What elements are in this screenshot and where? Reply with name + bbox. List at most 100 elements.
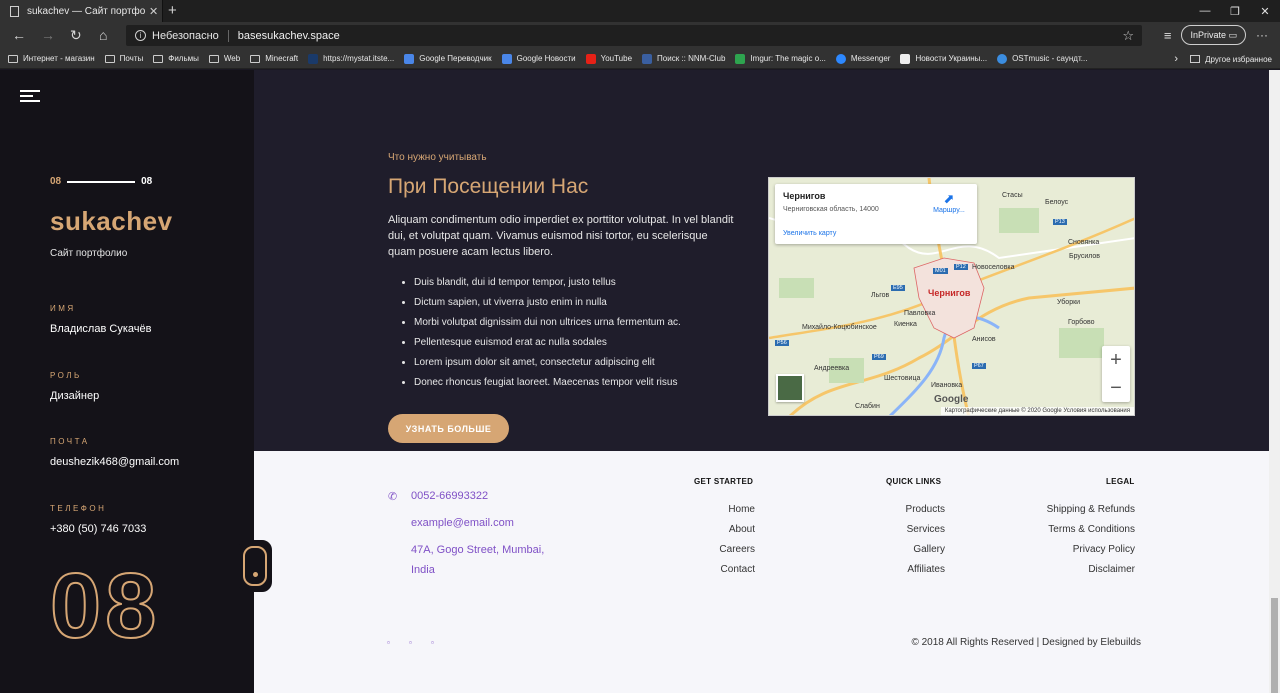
zoom-in-button[interactable]: + [1102, 346, 1130, 374]
map-attribution[interactable]: Картографические данные © 2020 Google Ус… [940, 407, 1134, 415]
close-window-icon[interactable]: ✕ [1250, 0, 1280, 22]
mouse-icon [243, 546, 267, 586]
favorites-list-icon[interactable]: ≡ [1164, 28, 1172, 43]
favorite-star-icon[interactable]: ☆ [1122, 28, 1134, 44]
mail-label: ПОЧТА [50, 437, 90, 446]
inprivate-label: InPrivate [1190, 30, 1226, 40]
bookmark-item[interactable]: Google Новости [501, 53, 576, 64]
new-tab-icon[interactable]: + [168, 2, 177, 19]
footer-email[interactable]: example@email.com [411, 517, 514, 529]
phone-label: ТЕЛЕФОН [50, 504, 107, 513]
music-icon [997, 53, 1008, 64]
name-value: Владислав Сукачёв [50, 323, 152, 335]
section-description: Aliquam condimentum odio imperdiet ex po… [388, 214, 734, 258]
back-icon[interactable]: ← [12, 27, 26, 43]
road-sign: E95 [891, 285, 905, 291]
page-scrollbar[interactable] [1269, 70, 1280, 693]
bookmark-item[interactable]: Интернет - магазин [8, 54, 95, 63]
list-item: Pellentesque euismod erat ac nulla sodal… [414, 336, 754, 356]
browser-tab[interactable]: sukachev — Сайт портфолио ✕ [0, 0, 163, 22]
footer-link-disclaimer[interactable]: Disclaimer [1088, 564, 1135, 575]
bookmark-label: Интернет - магазин [23, 54, 95, 63]
mail-value[interactable]: deushezik468@gmail.com [50, 456, 179, 468]
footer-phone[interactable]: 0052-66993322 [411, 490, 488, 502]
social-icon[interactable]: ▫ [387, 638, 390, 647]
list-item: Donec rhoncus feugiat laoreet. Maecenas … [414, 376, 754, 396]
restore-icon[interactable]: ❐ [1220, 0, 1250, 22]
bookmark-item[interactable]: Почты [104, 54, 144, 63]
directions-button[interactable]: ⬈ Маршру... [927, 191, 971, 214]
site-icon [308, 53, 319, 64]
bookmark-item[interactable]: Фильмы [153, 54, 199, 63]
enlarge-map-link[interactable]: Увеличить карту [783, 230, 836, 237]
footer-link-careers[interactable]: Careers [719, 544, 755, 555]
bookmark-item[interactable]: Imgur: The magic o... [735, 53, 826, 64]
big-slide-number: 08 [49, 555, 161, 657]
learn-more-button[interactable]: УЗНАТЬ БОЛЬШЕ [388, 414, 509, 443]
col-get-started-title: GET STARTED [694, 477, 754, 486]
social-icon[interactable]: ▫ [409, 638, 412, 647]
footer-link-affiliates[interactable]: Affiliates [907, 564, 945, 575]
bookmark-item[interactable]: Поиск :: NNM-Club [642, 53, 725, 64]
menu-icon[interactable] [20, 90, 40, 105]
road-sign: P67 [972, 363, 986, 369]
chevron-right-icon[interactable]: › [1174, 53, 1178, 65]
folder-icon [208, 54, 219, 63]
section-heading: При Посещении Нас [388, 175, 589, 198]
bookmark-item[interactable]: Новости Украины... [900, 53, 987, 64]
google-logo: Google [934, 394, 969, 405]
footer-link-contact[interactable]: Contact [721, 564, 755, 575]
forward-icon[interactable]: → [41, 27, 55, 43]
scrollbar-thumb[interactable] [1271, 598, 1278, 693]
bookmark-label: Почты [119, 54, 144, 63]
footer-link-services[interactable]: Services [907, 524, 945, 535]
home-icon[interactable]: ⌂ [99, 27, 107, 43]
footer-link-gallery[interactable]: Gallery [913, 544, 945, 555]
inprivate-badge[interactable]: InPrivate ▭ [1181, 25, 1246, 45]
more-menu-icon[interactable]: ··· [1256, 28, 1268, 42]
footer-link-home[interactable]: Home [728, 504, 755, 515]
translate-icon [404, 53, 415, 64]
road-sign: P13 [1053, 219, 1067, 225]
refresh-icon[interactable]: ↻ [70, 27, 82, 44]
scroll-indicator[interactable] [238, 540, 272, 592]
zoom-out-button[interactable]: − [1102, 374, 1130, 402]
bookmark-item[interactable]: Google Переводчик [404, 53, 492, 64]
map-place-label: Павловка [904, 310, 936, 317]
url-text[interactable]: basesukachev.space [238, 30, 340, 42]
bookmark-item[interactable]: https://mystat.itste... [308, 53, 394, 64]
map-place-label: Ивановка [931, 382, 963, 389]
footer-link-products[interactable]: Products [906, 504, 945, 515]
satellite-toggle[interactable] [776, 374, 804, 402]
other-bookmarks[interactable]: › Другое избранное [1174, 49, 1280, 69]
bookmark-item[interactable]: Web [208, 54, 240, 63]
browser-tools: ≡ InPrivate ▭ ··· [1160, 25, 1280, 45]
map-place-label: Стасы [1002, 192, 1023, 199]
bookmark-item[interactable]: YouTube [585, 53, 632, 64]
bookmark-label: Google Новости [516, 54, 576, 63]
info-icon[interactable]: i [135, 30, 146, 41]
footer-link-shipping[interactable]: Shipping & Refunds [1047, 504, 1135, 515]
url-field[interactable]: i Небезопасно basesukachev.space ☆ [126, 25, 1142, 46]
sidebar: 08 08 sukachev Сайт портфолио ИМЯ Владис… [0, 70, 254, 693]
brand-logo[interactable]: sukachev [50, 206, 173, 237]
footer-link-terms[interactable]: Terms & Conditions [1048, 524, 1135, 535]
phone-value[interactable]: +380 (50) 746 7033 [50, 523, 146, 535]
bookmark-item[interactable]: Minecraft [250, 54, 298, 63]
bookmark-item[interactable]: Messenger [835, 53, 890, 64]
map-place-label: Горбово [1068, 319, 1095, 326]
footer-link-about[interactable]: About [729, 524, 755, 535]
social-icon[interactable]: ▫ [431, 638, 434, 647]
footer-link-privacy[interactable]: Privacy Policy [1073, 544, 1135, 555]
minimize-icon[interactable]: — [1190, 0, 1220, 22]
directions-icon: ⬈ [943, 191, 955, 206]
close-tab-icon[interactable]: ✕ [149, 5, 158, 18]
window-controls: — ❐ ✕ [1190, 0, 1280, 22]
google-map[interactable]: Стасы Белоус Новоселовка Сновянка Брусил… [768, 177, 1135, 416]
page-icon [10, 5, 19, 17]
map-place-label: Брусилов [1069, 253, 1101, 260]
bookmark-item[interactable]: OSTmusic - саундт... [997, 53, 1087, 64]
imgur-icon [735, 53, 746, 64]
place-address: Черниговская область, 14000 [783, 206, 879, 213]
folder-icon [1190, 55, 1201, 63]
